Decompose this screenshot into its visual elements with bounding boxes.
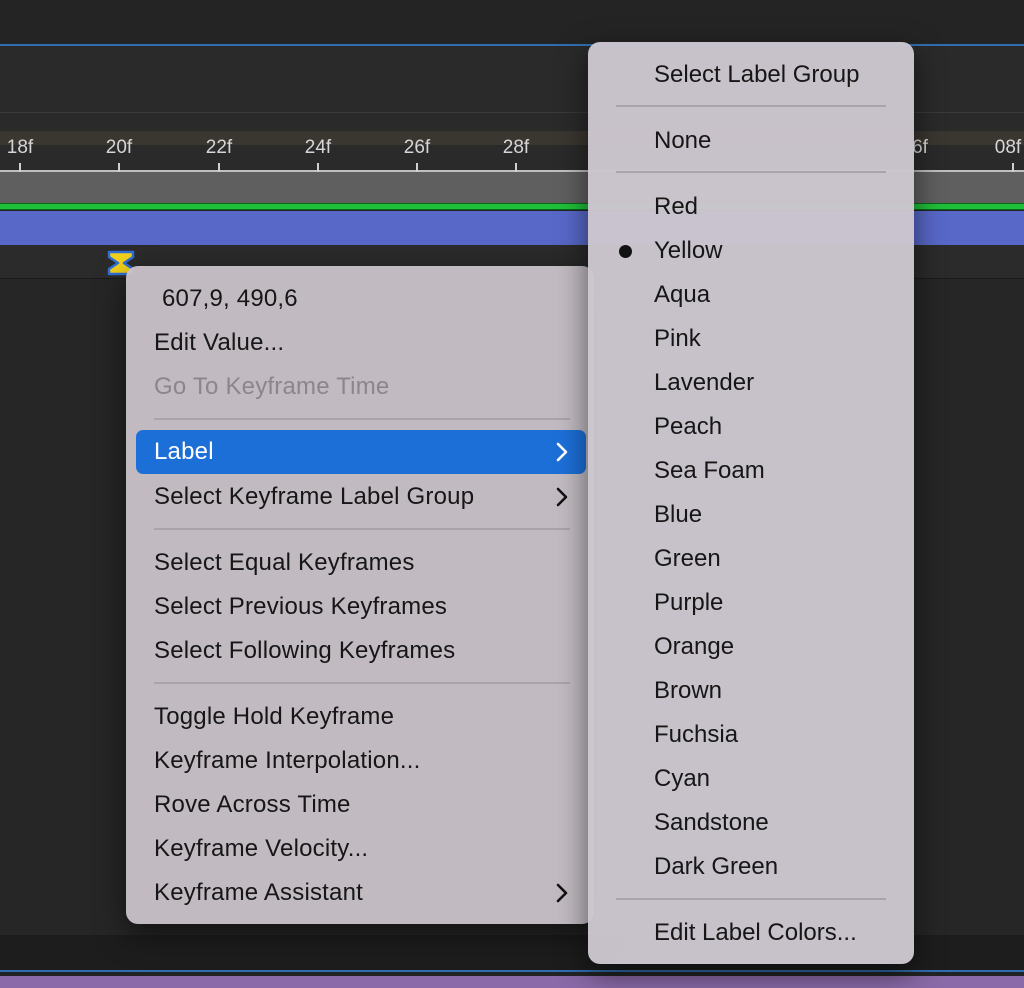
label-yellow-item[interactable]: Yellow (588, 229, 914, 273)
label-fuchsia-item[interactable]: Fuchsia (588, 713, 914, 757)
label-aqua-item[interactable]: Aqua (588, 273, 914, 317)
keyframe-assistant-item[interactable]: Keyframe Assistant (136, 871, 586, 915)
menu-separator (154, 418, 570, 420)
label-pink-item[interactable]: Pink (588, 317, 914, 361)
go-to-keyframe-time-item[interactable]: Go To Keyframe Time (136, 365, 586, 409)
keyframe-velocity-item[interactable]: Keyframe Velocity... (136, 827, 586, 871)
bottom-divider-line (0, 970, 1024, 972)
keyframe-interpolation-item[interactable]: Keyframe Interpolation... (136, 739, 586, 783)
bottom-layer-strip (0, 976, 1024, 988)
timeline-panel: 18f 20f 22f 24f 26f 28f 6f 08f 607,9, 49… (0, 0, 1024, 988)
label-orange-item[interactable]: Orange (588, 625, 914, 669)
tick-label: 18f (6, 137, 34, 158)
select-previous-keyframes-item[interactable]: Select Previous Keyframes (136, 585, 586, 629)
label-brown-item[interactable]: Brown (588, 669, 914, 713)
rove-across-time-item[interactable]: Rove Across Time (136, 783, 586, 827)
tick-label: 6f (912, 137, 928, 158)
keyframe-assistant-text: Keyframe Assistant (154, 879, 364, 906)
label-lavender-item[interactable]: Lavender (588, 361, 914, 405)
tick-label: 28f (502, 137, 530, 158)
label-peach-item[interactable]: Peach (588, 405, 914, 449)
tick-label: 22f (205, 137, 233, 158)
menu-separator (154, 682, 570, 684)
select-keyframe-label-group-text: Select Keyframe Label Group (154, 483, 475, 510)
tick-label: 24f (304, 137, 332, 158)
label-sea-foam-item[interactable]: Sea Foam (588, 449, 914, 493)
label-red-item[interactable]: Red (588, 185, 914, 229)
chevron-right-icon (556, 487, 568, 507)
select-equal-keyframes-item[interactable]: Select Equal Keyframes (136, 541, 586, 585)
edit-value-item[interactable]: Edit Value... (136, 321, 586, 365)
toggle-hold-keyframe-item[interactable]: Toggle Hold Keyframe (136, 695, 586, 739)
chevron-right-icon (556, 442, 568, 462)
edit-label-colors-item[interactable]: Edit Label Colors... (588, 911, 914, 955)
label-yellow-text: Yellow (654, 237, 723, 264)
label-dark-green-item[interactable]: Dark Green (588, 845, 914, 889)
select-keyframe-label-group-item[interactable]: Select Keyframe Label Group (136, 475, 586, 519)
label-purple-item[interactable]: Purple (588, 581, 914, 625)
tick-label: 20f (105, 137, 133, 158)
label-item[interactable]: Label (136, 430, 586, 474)
label-cyan-item[interactable]: Cyan (588, 757, 914, 801)
keyframe-context-menu: 607,9, 490,6 Edit Value... Go To Keyfram… (126, 266, 594, 924)
menu-separator (616, 898, 886, 900)
label-sandstone-item[interactable]: Sandstone (588, 801, 914, 845)
menu-separator (154, 528, 570, 530)
label-blue-item[interactable]: Blue (588, 493, 914, 537)
tick-label: 08f (994, 137, 1022, 158)
select-following-keyframes-item[interactable]: Select Following Keyframes (136, 629, 586, 673)
menu-separator (616, 171, 886, 173)
keyframe-value-readout: 607,9, 490,6 (162, 285, 298, 312)
tick-label: 26f (403, 137, 431, 158)
label-green-item[interactable]: Green (588, 537, 914, 581)
select-label-group-item[interactable]: Select Label Group (588, 53, 914, 97)
menu-separator (616, 105, 886, 107)
label-none-item[interactable]: None (588, 119, 914, 163)
label-item-text: Label (154, 438, 214, 465)
label-submenu: Select Label Group None Red Yellow Aqua … (588, 42, 914, 964)
selected-bullet-icon (619, 245, 632, 258)
chevron-right-icon (556, 883, 568, 903)
top-strip (0, 0, 1024, 40)
